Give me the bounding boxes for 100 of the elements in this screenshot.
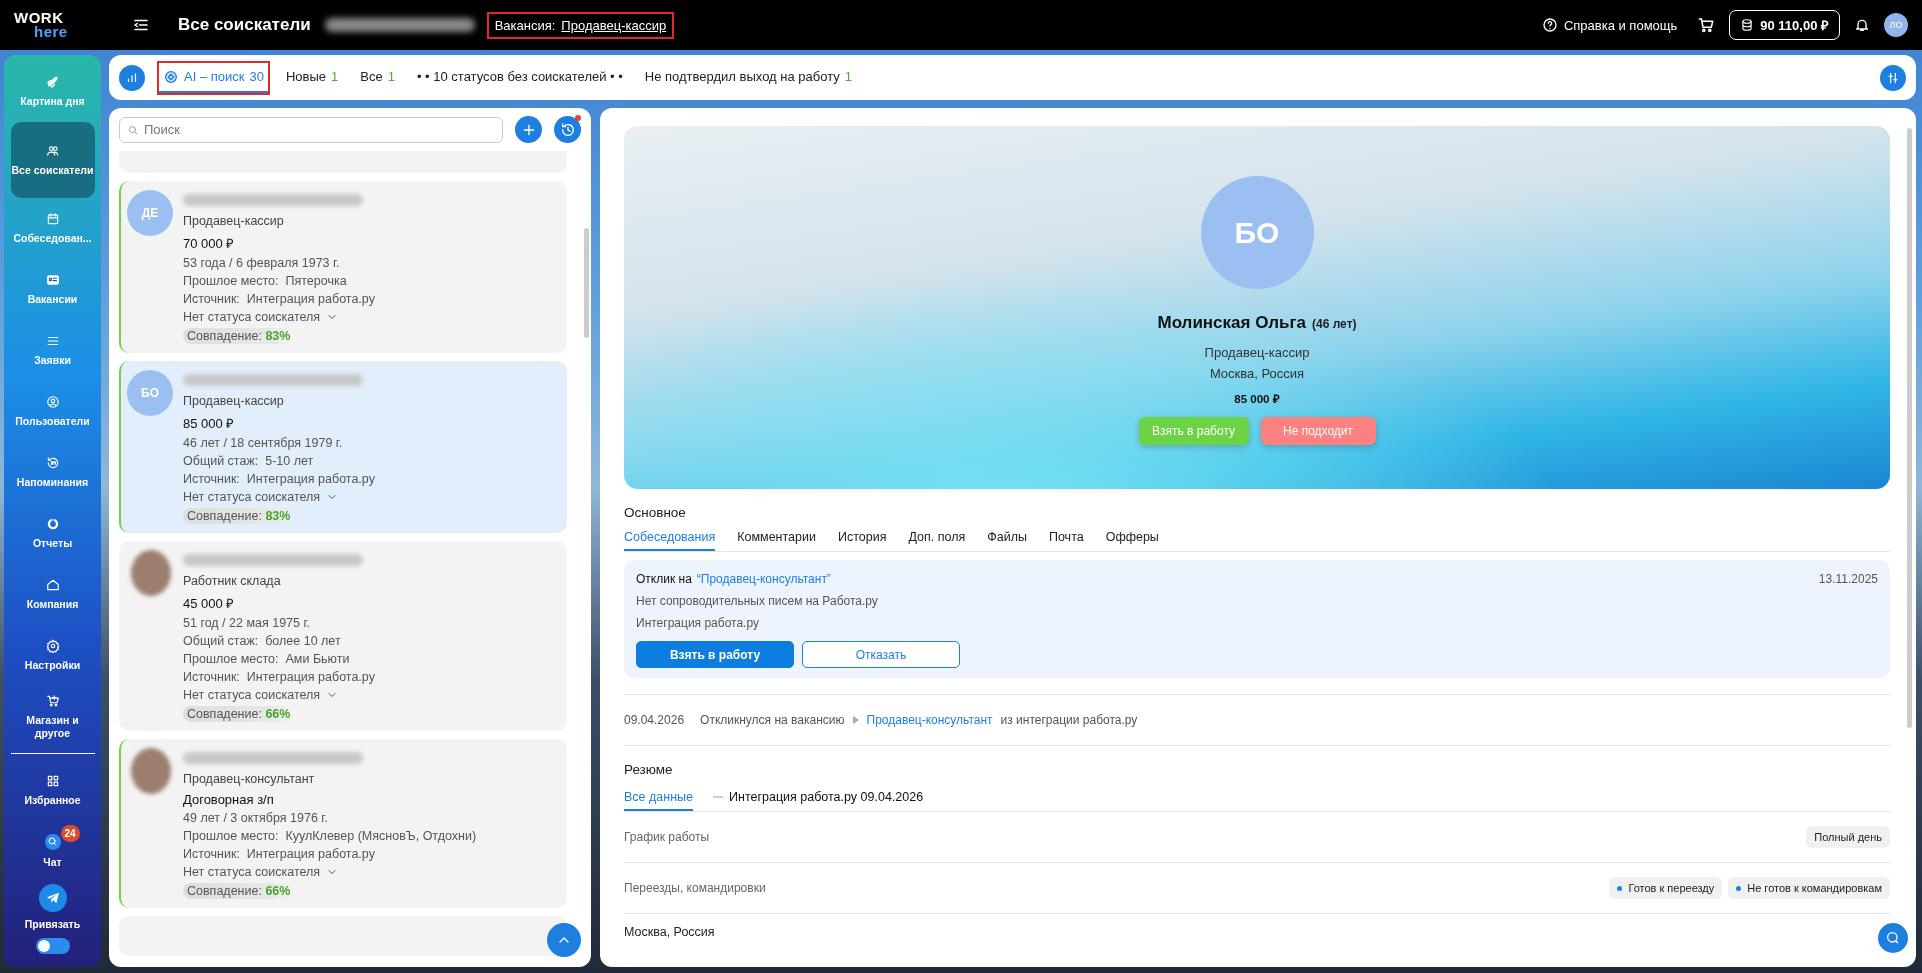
home-icon (45, 578, 60, 592)
theme-toggle[interactable] (35, 938, 70, 954)
bar-chart-icon (125, 70, 139, 85)
status-tab[interactable]: Не подтвердил выход на работу 1 (640, 63, 856, 92)
sidebar-item[interactable]: Настройки (10, 625, 95, 686)
bind-label: Привязать (24, 918, 81, 930)
sidebar-item[interactable]: Компания (10, 564, 95, 625)
decline-button[interactable]: Отказать (802, 641, 960, 668)
sidebar-item[interactable]: Чат 24 (10, 821, 95, 882)
calendar-icon (45, 212, 60, 226)
add-button[interactable] (515, 116, 542, 143)
status-tab[interactable]: Все 1 (356, 63, 399, 92)
candidate-card[interactable]: Работник склада 45 000 ₽ 51 год / 22 мая 1975 г. Общий стаж: более 10 лет Прошлое место: Ами Бьюти Источник: Интеграция работа.ру Нет статуса соискателя Совпадение: 66% (119, 541, 567, 731)
filter-button[interactable] (1880, 64, 1906, 91)
candidate-salary: Договорная з/п (183, 792, 275, 807)
stats-button[interactable] (119, 64, 145, 91)
candidate-card[interactable]: БО Продавец-кассир 85 000 ₽ 46 лет / 18 сентября 1979 г. Общий стаж: 5-10 лет Источник: Интеграция работа.ру Нет статуса соискателя Совпадение: 83% (119, 361, 567, 533)
sidebar-item[interactable]: Избранное (10, 760, 95, 821)
resume-tag: Готов к переезду (1609, 877, 1723, 899)
grid-icon (45, 774, 60, 788)
candidate-age: 49 лет / 3 октября 1976 г. (183, 811, 329, 825)
response-label: Отклик на (636, 572, 692, 586)
candidate-field: Прошлое место: Ами Бьюти (183, 652, 557, 666)
people-icon (45, 143, 60, 158)
candidate-age: 53 года / 6 февраля 1973 г. (183, 256, 341, 270)
sidebar-item[interactable]: Пользователи (10, 381, 95, 442)
scroll-up-button[interactable] (547, 923, 581, 957)
logo[interactable]: WORK here (14, 11, 114, 39)
response-date: 13.11.2025 (1818, 572, 1878, 586)
candidate-field: Прошлое место: КуулКлевер (МясновЪ, Отдохни) (183, 829, 557, 843)
vacancy-link[interactable]: “Продавец-консультант” (696, 572, 831, 586)
paper-plane-icon (44, 890, 61, 906)
history-date: 09.04.2026 (624, 713, 685, 727)
candidate-position: Работник склада (183, 574, 282, 588)
resume-tab[interactable]: Все данные (624, 785, 693, 811)
unread-badge: 24 (60, 825, 80, 842)
candidate-field: Прошлое место: Пятерочка (183, 274, 557, 288)
candidate-status: Нет статуса соискателя (183, 490, 321, 504)
sidebar-item[interactable]: Отчеты (10, 503, 95, 564)
vacancy-link[interactable]: Продавец-кассир (561, 17, 667, 33)
detail-tab[interactable]: Доп. поля (908, 525, 966, 551)
candidate-age: 46 лет / 18 сентября 1979 г. (183, 436, 344, 450)
donut-chart-icon (45, 517, 60, 531)
detail-tab[interactable]: История (837, 525, 887, 551)
resume-label: Переезды, командировки (624, 881, 766, 895)
candidate-field: Общий стаж: 5-10 лет (183, 454, 557, 468)
candidate-salary: 70 000 ₽ (183, 235, 236, 252)
candidate-status: Нет статуса соискателя (183, 310, 321, 324)
chat-button[interactable] (1878, 923, 1908, 953)
settings-icon (45, 639, 60, 653)
history-button[interactable] (554, 116, 581, 143)
resume-label: График работы (624, 830, 710, 844)
dash-icon (713, 795, 723, 799)
status-tab[interactable]: AI – поиск 30 (159, 62, 268, 93)
candidate-position: Продавец-консультант (183, 772, 316, 786)
vacancy-label: Вакансия: (494, 17, 556, 33)
candidate-field: Источник: Интеграция работа.ру (183, 847, 557, 861)
resume-tab[interactable]: Интеграция работа.ру 09.04.2026 (713, 785, 924, 811)
detail-tab[interactable]: Собеседования (624, 525, 716, 551)
detail-tab[interactable]: Файлы (987, 525, 1027, 551)
resume-heading: Москва, Россия (624, 925, 715, 939)
sidebar-item[interactable]: Магазин и другое (10, 686, 95, 747)
vacancy-link[interactable]: Продавец-консультант (866, 713, 993, 727)
sliders-icon (1886, 70, 1900, 85)
candidate-card[interactable]: ДЕ Продавец-кассир 70 000 ₽ 53 года / 6 февраля 1973 г. Прошлое место: Пятерочка Источник: Интеграция работа.ру Нет статуса соискателя Совпадение: 83% (119, 181, 567, 353)
candidate-avatar: БО (127, 370, 173, 416)
scrollbar[interactable] (1907, 128, 1912, 728)
candidate-age: 51 год / 22 мая 1975 г. (183, 616, 311, 630)
take-button[interactable]: Взять в работу (636, 641, 794, 668)
candidate-field: Общий стаж: более 10 лет (183, 634, 557, 648)
cart-icon (1697, 16, 1716, 34)
telegram-button[interactable] (38, 884, 67, 912)
ai-icon (163, 68, 179, 85)
sidebar-item[interactable]: Напоминания (10, 442, 95, 503)
candidate-card[interactable]: Продавец-консультант Договорная з/п 49 лет / 3 октября 1976 г. Прошлое место: КуулКлевер (МясновЪ, Отдохни) Источник: Интеграция работа.ру Нет статуса соискателя Совпадение: 66% (119, 739, 567, 908)
status-tab[interactable]: • • 10 статусов без соискателей • • (412, 63, 627, 92)
candidate-avatar: ДЕ (127, 190, 173, 236)
candidate-status: Нет статуса соискателя (183, 865, 321, 879)
detail-tab[interactable]: Почта (1048, 525, 1084, 551)
list-icon (45, 334, 60, 348)
balance-button[interactable]: 90 110,00 ₽ (1729, 10, 1840, 40)
help-link[interactable]: Справка и помощь (1541, 17, 1678, 33)
candidate-position: Продавец-кассир (183, 394, 285, 408)
photo-placeholder (131, 748, 171, 794)
detail-tab[interactable]: Комментарии (737, 525, 816, 551)
candidate-position: Продавец-кассир (183, 214, 285, 228)
coins-icon (1740, 18, 1755, 32)
scrollbar[interactable] (584, 228, 589, 338)
sidebar-item[interactable]: Все соискатели (10, 122, 95, 198)
search-field[interactable]: Поиск (119, 116, 503, 143)
candidate-status: Нет статуса соискателя (183, 688, 321, 702)
status-tab[interactable]: Новые 1 (281, 63, 343, 92)
user-circle-icon (45, 395, 60, 409)
profile-name: Молинская Ольга (1157, 313, 1306, 333)
detail-tab[interactable]: Офферы (1105, 525, 1159, 551)
response-note: Нет сопроводительных писем на Работа.ру (636, 594, 879, 608)
resume-tag: Полный день (1806, 826, 1890, 848)
response-note: Интеграция работа.ру (636, 616, 760, 630)
candidate-field: Источник: Интеграция работа.ру (183, 292, 557, 306)
history-action: Откликнулся на вакансию (700, 713, 845, 727)
